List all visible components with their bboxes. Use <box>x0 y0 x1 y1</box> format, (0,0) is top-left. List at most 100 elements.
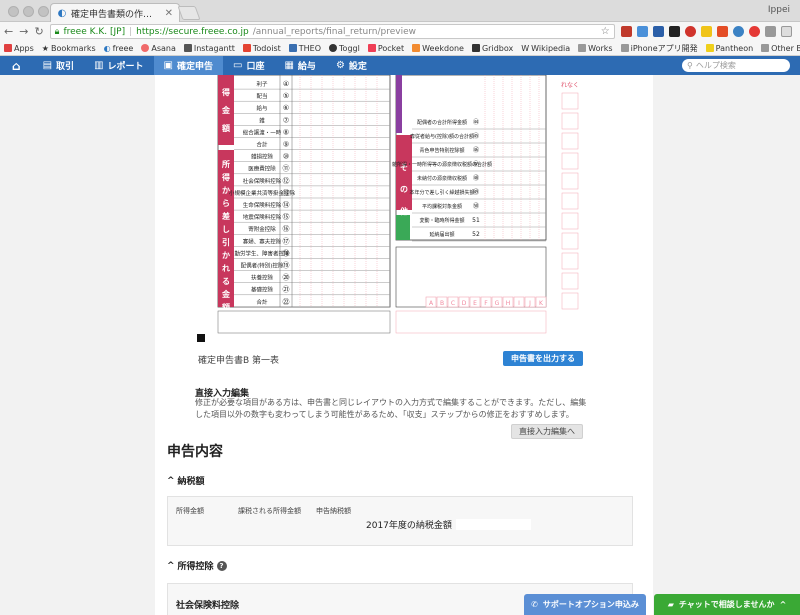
form-row-number: 52 <box>472 231 480 238</box>
tax-total-label: 2017年度の納税金額 <box>366 521 452 531</box>
form-row-number: ⑧ <box>283 128 289 136</box>
extension-icon[interactable] <box>732 26 744 37</box>
back-arrow-icon[interactable]: ← <box>4 25 13 38</box>
extension-icon[interactable] <box>684 26 696 37</box>
browser-tab[interactable]: ◐ 確定申告書類の作成 | freee ✕ <box>50 3 180 22</box>
menu-icon[interactable]: ⋮ <box>797 25 800 38</box>
todoist-icon <box>242 44 251 52</box>
theo-icon <box>288 44 297 52</box>
form-row-label: 雑損控除 <box>251 153 274 161</box>
bookmark-wikipedia[interactable]: W Wikipedia <box>521 44 570 53</box>
window-close-button[interactable] <box>8 6 19 17</box>
form-row-number: ⑰ <box>283 237 290 245</box>
form-row-label: 合計 <box>256 298 268 306</box>
nav-tax-return[interactable]: ▣ 確定申告 <box>153 56 223 75</box>
extension-icon[interactable] <box>700 26 712 37</box>
form-vertical-text: 金 <box>221 289 231 299</box>
phone-icon: ✆ <box>531 600 538 609</box>
window-minimize-button[interactable] <box>23 6 34 17</box>
bookmark-works[interactable]: Works <box>578 44 613 53</box>
bookmark-iphone[interactable]: iPhoneアプリ開発 <box>620 43 698 54</box>
nav-transactions[interactable]: ▤ 取引 <box>33 56 84 75</box>
help-search-input[interactable]: ⚲ ヘルプ検索 <box>682 59 790 72</box>
reload-icon[interactable]: ↻ <box>34 25 43 38</box>
nav-reports[interactable]: ▥ レポート <box>84 56 153 75</box>
forward-arrow-icon[interactable]: → <box>19 25 28 38</box>
tab-title: 確定申告書類の作成 | freee <box>71 9 161 20</box>
help-icon[interactable]: ? <box>216 560 227 571</box>
form-stamp-box <box>561 272 579 290</box>
form-stamp-box <box>561 92 579 110</box>
bookmark-asana[interactable]: Asana <box>141 44 176 53</box>
extension-icon[interactable] <box>780 26 792 37</box>
chat-button[interactable]: ▰ チャットで相談しませんか ^ <box>654 594 800 615</box>
extension-icon[interactable] <box>668 26 680 37</box>
bookmark-weekdone[interactable]: Weekdone <box>412 44 464 53</box>
close-icon[interactable]: ✕ <box>165 8 173 19</box>
form-vertical-text: の <box>400 185 408 194</box>
tax-form-sheet: 得金額所得から差し引かれる金額その他利子 ④配当 ⑤給与 ⑥雑 ⑦総合譲渡・一時 ⑧合計 ⑨… <box>217 75 579 334</box>
freee-favicon-icon: ◐ <box>57 7 67 19</box>
extension-icon[interactable] <box>764 26 776 37</box>
extension-icon[interactable] <box>716 26 728 37</box>
tax-total-row: 2017年度の納税金額 <box>366 518 531 531</box>
bookmark-todoist[interactable]: Todoist <box>242 44 281 53</box>
form-vertical-bar <box>396 75 402 133</box>
form-stamp-box <box>561 192 579 210</box>
form-vertical-text: か <box>222 251 230 260</box>
nav-payroll[interactable]: ▦ 給与 <box>274 56 325 75</box>
form-side-text: れなく <box>561 82 579 89</box>
bookmark-gridbox[interactable]: Gridbox <box>471 44 513 53</box>
section-title: 申告内容 <box>167 444 223 460</box>
bar-chart-icon: ▥ <box>94 60 104 71</box>
direct-edit-button[interactable]: 直接入力編集へ <box>511 424 583 439</box>
form-stamp-box <box>561 132 579 150</box>
support-option-button[interactable]: ✆ サポートオプション申込み <box>524 594 646 615</box>
chat-bubble-icon: ▰ <box>667 600 674 609</box>
new-tab-button[interactable] <box>177 6 201 20</box>
bookmark-star-icon[interactable]: ☆ <box>601 26 610 37</box>
transactions-icon: ▤ <box>42 60 53 71</box>
form-row-label: 生命保険料控除 <box>243 201 282 209</box>
extension-icon[interactable] <box>636 26 648 37</box>
home-icon[interactable]: ⌂ <box>0 56 33 75</box>
nav-accounts[interactable]: ▭ 口座 <box>223 56 274 75</box>
star-icon: ★ <box>41 43 49 53</box>
form-row-number: ⑦ <box>283 116 289 124</box>
form-row-number: ㊺ <box>473 132 479 140</box>
bookmark-pocket[interactable]: Pocket <box>367 44 404 53</box>
apps-grid-icon <box>4 44 12 52</box>
output-form-button[interactable]: 申告書を出力する <box>503 351 583 366</box>
form-row-label: 社会保険料控除 <box>243 177 282 185</box>
nav-settings[interactable]: ⚙ 設定 <box>326 56 377 75</box>
window-zoom-button[interactable] <box>38 6 49 17</box>
bookmark-freee[interactable]: ◐ freee <box>104 44 134 53</box>
form-row-label: 未納付の源泉徴収税額 <box>417 175 467 182</box>
deductions-toggle[interactable]: ^ 所得控除 ? <box>167 559 227 572</box>
folder-icon <box>578 44 587 52</box>
form-vertical-text: し <box>222 225 230 234</box>
form-row-label: 寡婦、寡夫控除 <box>243 237 282 245</box>
form-vertical-text: 得 <box>221 87 230 97</box>
extension-icon[interactable] <box>652 26 664 37</box>
extension-icon[interactable] <box>748 26 760 37</box>
form-letter: H <box>506 300 511 307</box>
main-content: 得金額所得から差し引かれる金額その他利子 ④ 配当 ⑤ 給与 ⑥ 雑 ⑦ 総合譲渡・一時 ⑧ 合計 ⑨… <box>155 75 653 615</box>
bookmark-apps[interactable]: Apps <box>4 44 34 53</box>
bookmark-bookmarks[interactable]: ★ Bookmarks <box>42 44 96 53</box>
tax-amount-toggle[interactable]: ^ 納税額 <box>167 474 205 488</box>
extension-icon[interactable] <box>620 26 632 37</box>
form-right-panel <box>395 75 547 241</box>
form-vertical-text: 差 <box>221 211 230 221</box>
form-row-label: 平均課税対象金額 <box>422 203 462 210</box>
browser-profile-name[interactable]: Ippei <box>768 5 790 15</box>
address-bar[interactable]: 🔒︎ freee K.K. [JP] | https://secure.free… <box>49 24 615 39</box>
bookmark-pantheon[interactable]: Pantheon <box>705 44 753 53</box>
chevron-up-icon: ^ <box>779 600 787 609</box>
bookmark-instagantt[interactable]: Instagantt <box>183 44 235 53</box>
column-tax-due: 申告納税額 <box>316 507 351 515</box>
bookmark-toggl[interactable]: Toggl <box>329 44 360 53</box>
bookmark-theo[interactable]: THEO <box>288 44 321 53</box>
bookmark-other[interactable]: Other Bookmarks <box>761 44 800 53</box>
form-row-label: 合計 <box>256 141 268 149</box>
